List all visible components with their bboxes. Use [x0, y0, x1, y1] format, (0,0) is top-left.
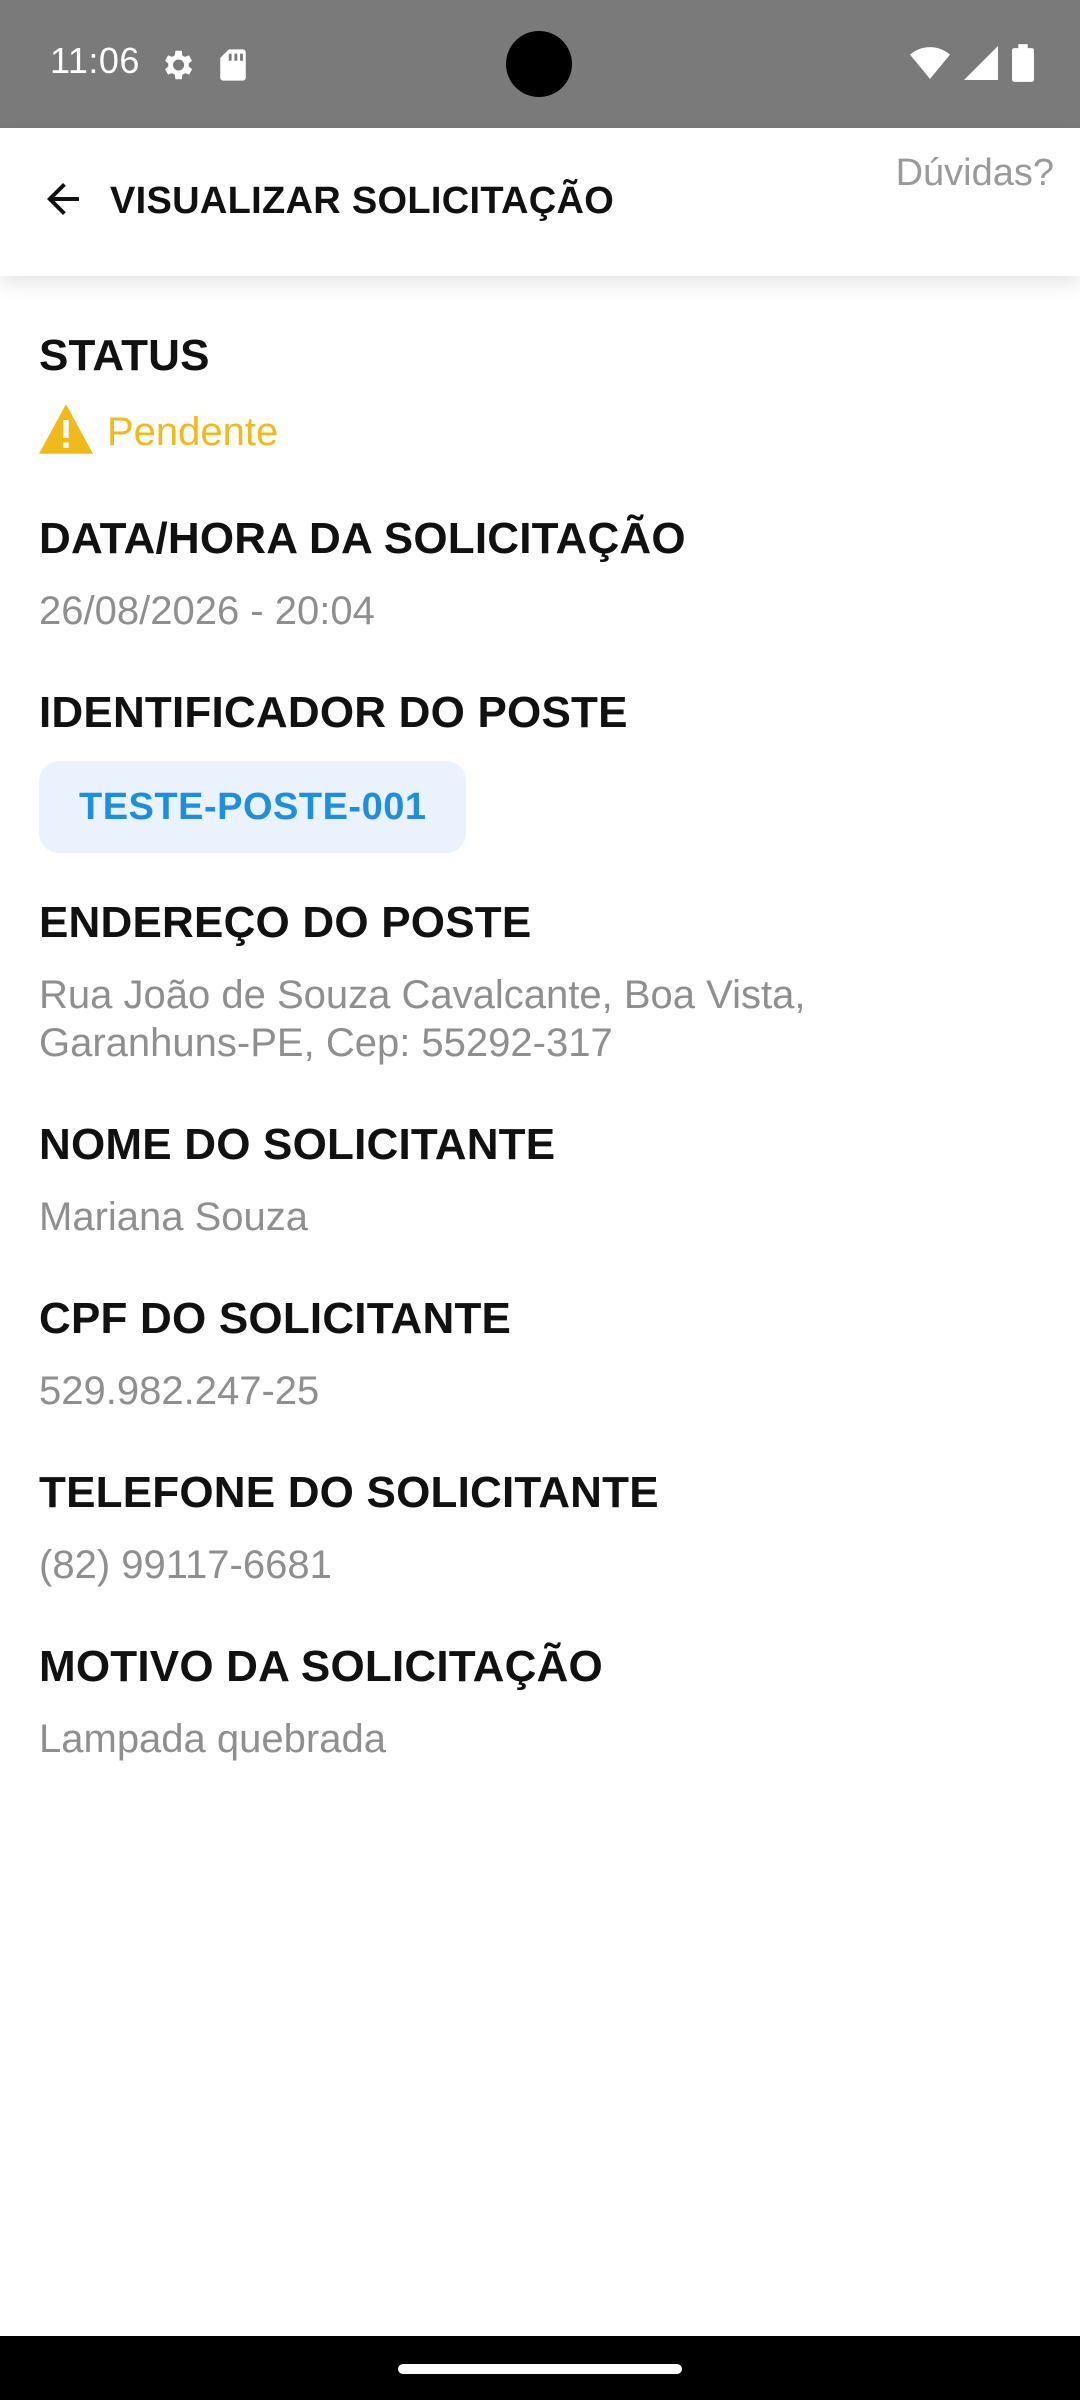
address-line-2: Garanhuns-PE, Cep: 55292-317 — [39, 1021, 613, 1065]
address-line-1: Rua João de Souza Cavalcante, Boa Vista, — [39, 973, 806, 1017]
status-time: 11:06 — [50, 40, 140, 81]
system-nav-bar — [0, 2336, 1080, 2400]
request-details: STATUS Pendente DATA/HORA DA SOLICITAÇÃO… — [39, 330, 1039, 1763]
status-icons-right — [910, 44, 1034, 87]
status-icons-left — [158, 46, 248, 89]
phone-label: TELEFONE DO SOLICITANTE — [39, 1468, 659, 1517]
address-field: ENDEREÇO DO POSTE Rua João de Souza Cava… — [39, 897, 1039, 1067]
status-bar: 11:06 — [0, 0, 1080, 128]
signal-icon — [964, 46, 998, 85]
warning-icon — [39, 404, 93, 459]
screen: 11:06 VISUALIZAR SOLICITAÇÃO Dúvidas? ST… — [0, 0, 1080, 2400]
name-field: NOME DO SOLICITANTE Mariana Souza — [39, 1119, 1039, 1241]
name-label: NOME DO SOLICITANTE — [39, 1120, 556, 1169]
reason-field: MOTIVO DA SOLICITAÇÃO Lampada quebrada — [39, 1641, 1039, 1763]
page-title: VISUALIZAR SOLICITAÇÃO — [110, 180, 615, 222]
post-id-chip[interactable]: TESTE-POSTE-001 — [39, 761, 467, 853]
help-link[interactable]: Dúvidas? — [896, 152, 1054, 195]
arrow-back-icon — [39, 175, 87, 228]
status-badge: Pendente — [39, 404, 1039, 459]
wifi-icon — [910, 47, 950, 84]
reason-value: Lampada quebrada — [39, 1717, 386, 1761]
datetime-value: 26/08/2026 - 20:04 — [39, 589, 375, 633]
cpf-field: CPF DO SOLICITANTE 529.982.247-25 — [39, 1293, 1039, 1415]
post-id-field: IDENTIFICADOR DO POSTE TESTE-POSTE-001 — [39, 687, 1039, 853]
address-label: ENDEREÇO DO POSTE — [39, 898, 532, 947]
status-value: Pendente — [107, 409, 279, 454]
sd-card-icon — [218, 48, 248, 87]
camera-cutout — [506, 31, 572, 97]
battery-icon — [1012, 44, 1034, 87]
app-bar: VISUALIZAR SOLICITAÇÃO Dúvidas? — [0, 128, 1080, 276]
phone-field: TELEFONE DO SOLICITANTE (82) 99117-6681 — [39, 1467, 1039, 1589]
status-field: STATUS Pendente — [39, 330, 1039, 459]
phone-value: (82) 99117-6681 — [39, 1543, 332, 1587]
cpf-value: 529.982.247-25 — [39, 1369, 320, 1413]
cpf-label: CPF DO SOLICITANTE — [39, 1294, 512, 1343]
datetime-field: DATA/HORA DA SOLICITAÇÃO 26/08/2026 - 20… — [39, 513, 1039, 635]
gear-icon — [158, 46, 196, 89]
name-value: Mariana Souza — [39, 1195, 309, 1239]
address-value: Rua João de Souza Cavalcante, Boa Vista,… — [39, 971, 1039, 1067]
datetime-label: DATA/HORA DA SOLICITAÇÃO — [39, 514, 686, 563]
reason-label: MOTIVO DA SOLICITAÇÃO — [39, 1642, 603, 1691]
back-button[interactable] — [28, 166, 98, 236]
post-id-label: IDENTIFICADOR DO POSTE — [39, 688, 628, 737]
status-label: STATUS — [39, 331, 210, 380]
home-gesture-handle[interactable] — [398, 2364, 682, 2374]
